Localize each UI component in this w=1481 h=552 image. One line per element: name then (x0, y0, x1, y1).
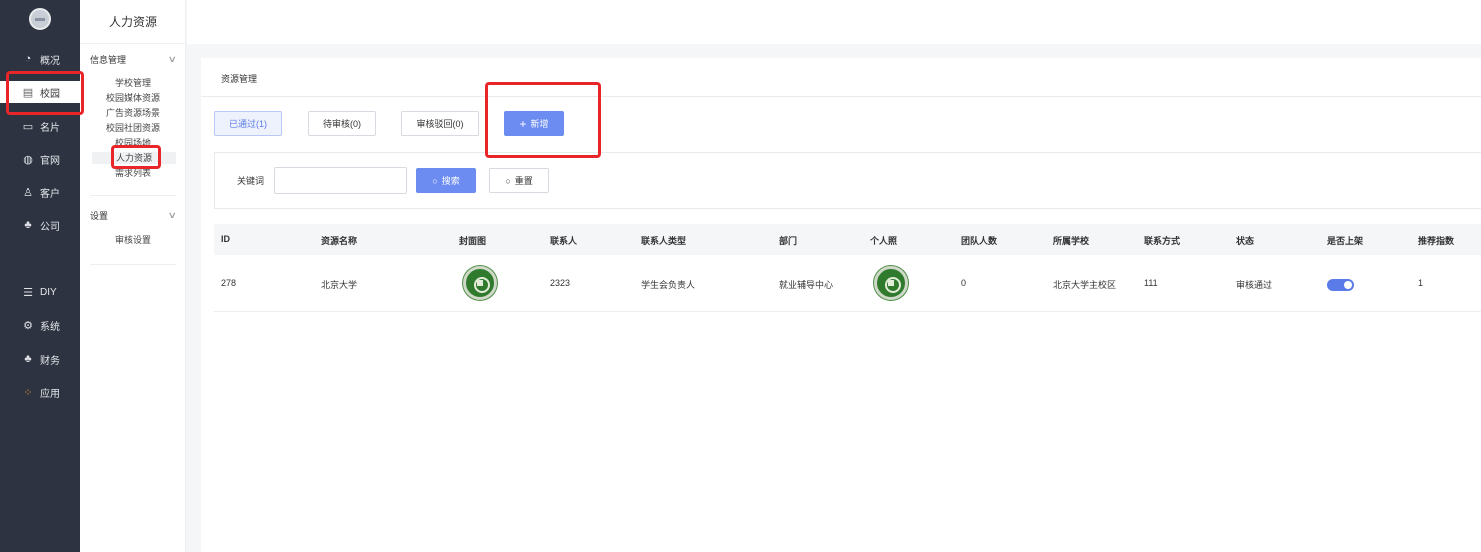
group-info-management[interactable]: 信息管理 ∨ (90, 53, 178, 66)
col-photo: 个人照 (870, 236, 898, 246)
nav-item-company[interactable]: ♣ 公司 (0, 214, 80, 236)
sub-nav: 人力资源 信息管理 ∨ 学校管理 校园媒体资源 广告资源场景 校园社团资源 校园… (80, 0, 186, 552)
top-bar (187, 0, 1481, 44)
table-header: ID 资源名称 封面图 联系人 联系人类型 部门 个人照 团队人数 所属学校 联… (214, 224, 1481, 255)
nav-item-customer[interactable]: ♙ 客户 (0, 181, 80, 203)
nav-item-label: 公司 (40, 221, 60, 233)
diy-icon: ☰ (23, 286, 33, 299)
col-on-shelf: 是否上架 (1327, 236, 1364, 246)
col-contact: 联系人 (550, 236, 578, 246)
nav-item-label: 系统 (40, 321, 60, 333)
col-phone: 联系方式 (1144, 236, 1181, 246)
cover-image[interactable] (463, 266, 497, 300)
logo[interactable] (29, 8, 51, 30)
subnav-item-ads[interactable]: 广告资源场景 (80, 107, 186, 119)
divider (201, 96, 1481, 97)
nav-item-label: DIY (40, 286, 57, 298)
col-dept: 部门 (779, 236, 798, 246)
subnav-title: 人力资源 (80, 0, 186, 44)
breadcrumb: 资源管理 (221, 74, 258, 84)
group-settings[interactable]: 设置 ∨ (90, 209, 178, 222)
col-cover: 封面图 (459, 236, 487, 246)
search-panel: 关键词 ○ 搜索 ○ 重置 (214, 152, 1481, 209)
cell-phone: 111 (1144, 278, 1158, 288)
main-card: 资源管理 已通过(1) 待审核(0) 审核驳回(0) + 新增 关键词 ○ 搜索… (201, 58, 1481, 552)
user-icon: ♙ (23, 186, 33, 199)
subnav-item-media[interactable]: 校园媒体资源 (80, 92, 186, 104)
keyword-label: 关键词 (237, 176, 265, 186)
nav-item-diy[interactable]: ☰ DIY (0, 281, 80, 303)
nav-item-overview[interactable]: ◔ 概况 (0, 48, 80, 70)
nav-item-card[interactable]: ▭ 名片 (0, 115, 80, 137)
card-icon: ▭ (22, 120, 34, 133)
reset-button-label: 重置 (514, 176, 533, 186)
table-row: 278 北京大学 2323 学生会负责人 就业辅导中心 0 北京大学主校区 11… (214, 255, 1481, 312)
group-label: 设置 (90, 211, 109, 221)
org-icon: ♣ (24, 219, 32, 231)
subnav-item-school[interactable]: 学校管理 (80, 77, 186, 89)
cell-team-size: 0 (961, 278, 967, 288)
search-button-label: 搜索 (441, 176, 460, 186)
nav-item-label: 财务 (40, 355, 60, 367)
tab-rejected[interactable]: 审核驳回(0) (401, 111, 479, 136)
chevron-down-icon: ∨ (168, 210, 178, 220)
cell-contact: 2323 (550, 278, 571, 288)
annotation-box-add (485, 82, 601, 158)
col-school: 所属学校 (1053, 236, 1090, 246)
col-id: ID (221, 234, 230, 244)
globe-icon: ◍ (23, 153, 33, 166)
divider (90, 264, 176, 265)
subnav-item-audit-settings[interactable]: 审核设置 (80, 234, 186, 246)
nav-item-website[interactable]: ◍ 官网 (0, 148, 80, 170)
col-recommend: 推荐指数 (1418, 236, 1455, 246)
divider (90, 195, 176, 196)
reset-button[interactable]: ○ 重置 (489, 168, 549, 193)
personal-photo[interactable] (874, 266, 908, 300)
cell-dept: 就业辅导中心 (779, 280, 834, 290)
col-contact-type: 联系人类型 (641, 236, 687, 246)
cell-name: 北京大学 (321, 280, 358, 290)
cell-contact-type: 学生会负责人 (641, 280, 696, 290)
gear-icon: ⚙ (23, 319, 33, 332)
tab-pending[interactable]: 待审核(0) (308, 111, 376, 136)
col-team-size: 团队人数 (961, 236, 998, 246)
tab-approved[interactable]: 已通过(1) (214, 111, 282, 136)
col-name: 资源名称 (321, 236, 358, 246)
nav-item-label: 客户 (40, 188, 60, 200)
pie-chart-icon: ◔ (24, 53, 32, 65)
search-icon: ○ (432, 175, 438, 186)
on-shelf-toggle[interactable] (1327, 279, 1354, 291)
chevron-down-icon: ∨ (168, 54, 178, 64)
nav-item-apps[interactable]: ⁘ 应用 (0, 381, 80, 403)
nav-item-label: 官网 (40, 155, 60, 167)
cell-id: 278 (221, 278, 237, 288)
cell-status: 审核通过 (1236, 280, 1273, 290)
nav-item-system[interactable]: ⚙ 系统 (0, 314, 80, 336)
col-status: 状态 (1236, 236, 1255, 246)
subnav-item-clubs[interactable]: 校园社团资源 (80, 122, 186, 134)
keyword-input[interactable] (274, 167, 407, 194)
cell-school: 北京大学主校区 (1053, 280, 1117, 290)
search-button[interactable]: ○ 搜索 (416, 168, 476, 193)
cell-recommend: 1 (1418, 278, 1424, 288)
group-label: 信息管理 (90, 55, 127, 65)
refresh-icon: ○ (505, 175, 511, 186)
nav-item-label: 名片 (40, 122, 60, 134)
nav-item-finance[interactable]: ♣ 财务 (0, 348, 80, 370)
nav-item-label: 概况 (40, 55, 60, 67)
nav-item-label: 应用 (40, 388, 60, 400)
apps-icon: ⁘ (23, 386, 33, 399)
annotation-box-campus (6, 71, 84, 115)
finance-icon: ♣ (24, 353, 32, 365)
annotation-box-hr (111, 145, 161, 169)
